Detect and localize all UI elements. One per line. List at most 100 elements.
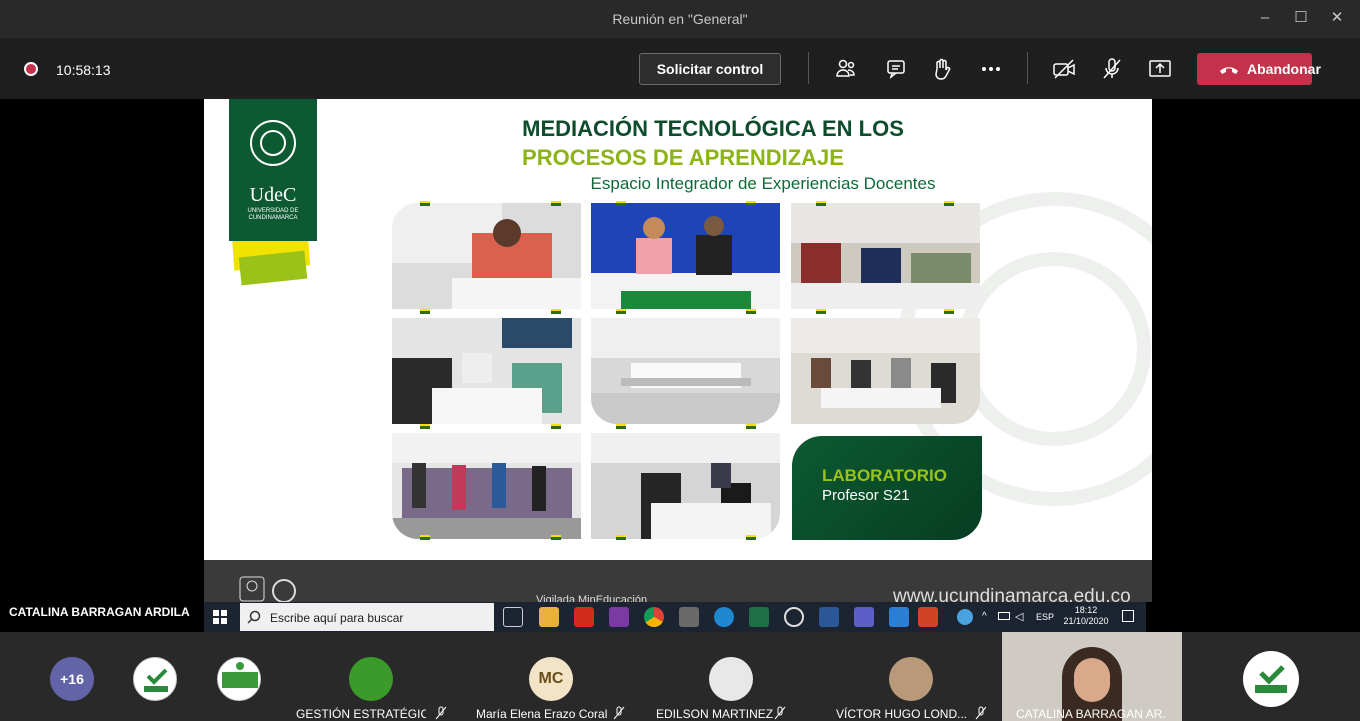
participant-avatar bbox=[889, 657, 933, 701]
photo-corner-marker bbox=[420, 309, 430, 314]
tray-chevron-icon[interactable]: ^ bbox=[982, 611, 987, 622]
mic-off-icon bbox=[975, 706, 987, 720]
close-button[interactable]: ✕ bbox=[1327, 8, 1347, 28]
notifications-icon[interactable] bbox=[1122, 610, 1134, 622]
slide-subtitle: Espacio Integrador de Experiencias Docen… bbox=[590, 174, 936, 193]
settings-icon[interactable] bbox=[784, 607, 804, 627]
word-icon[interactable] bbox=[819, 607, 839, 627]
mic-off-icon[interactable] bbox=[1099, 56, 1125, 82]
photo-corner-marker bbox=[616, 309, 626, 314]
raise-hand-icon[interactable] bbox=[929, 56, 955, 82]
photo-group-session bbox=[791, 318, 980, 424]
participants-icon[interactable] bbox=[833, 56, 859, 82]
tray-language[interactable]: ESP bbox=[1036, 612, 1054, 622]
toolbar-divider bbox=[808, 52, 809, 84]
participant-avatar bbox=[709, 657, 753, 701]
camera-off-icon[interactable] bbox=[1051, 56, 1077, 82]
photo-meeting bbox=[791, 203, 980, 309]
participant-name: EDILSON MARTINEZ bbox=[656, 707, 774, 721]
photo-tv-studio bbox=[591, 203, 780, 309]
logo-university: UNIVERSIDAD DE CUNDINAMARCA bbox=[247, 208, 299, 221]
photo-corner-marker bbox=[816, 201, 826, 206]
task-view-icon[interactable] bbox=[503, 607, 523, 627]
chrome-icon[interactable] bbox=[644, 607, 664, 627]
photo-corner-marker bbox=[944, 309, 954, 314]
photo-computer-lab bbox=[591, 433, 780, 539]
participant-tile[interactable]: VÍCTOR HUGO LOND... bbox=[822, 632, 1002, 721]
participant-avatar bbox=[349, 657, 393, 701]
app-icon[interactable] bbox=[889, 607, 909, 627]
participant-avatar: MC bbox=[529, 657, 573, 701]
participant-avatar[interactable] bbox=[133, 657, 177, 701]
taskbar-search-placeholder: Escribe aquí para buscar bbox=[270, 611, 404, 625]
request-control-button[interactable]: Solicitar control bbox=[639, 53, 781, 85]
share-tray-icon[interactable] bbox=[1147, 56, 1173, 82]
lab-card-title: LABORATORIO bbox=[822, 466, 947, 485]
participant-tile[interactable]: GESTIÓN ESTRATÉGIC... bbox=[282, 632, 462, 721]
minimize-button[interactable]: – bbox=[1255, 8, 1275, 28]
photo-corner-marker bbox=[420, 424, 430, 429]
photo-corner-marker bbox=[746, 201, 756, 206]
chat-icon[interactable] bbox=[883, 56, 909, 82]
photo-workshop bbox=[392, 203, 581, 309]
more-icon[interactable] bbox=[978, 56, 1004, 82]
mic-off-icon bbox=[613, 706, 625, 720]
powerpoint-icon[interactable] bbox=[918, 607, 938, 627]
participant-video bbox=[1074, 658, 1110, 702]
acrobat-icon[interactable] bbox=[574, 607, 594, 627]
onenote-icon[interactable] bbox=[609, 607, 629, 627]
tray-time[interactable]: 18:12 bbox=[1062, 604, 1110, 616]
app-icon[interactable] bbox=[679, 607, 699, 627]
photo-corner-marker bbox=[551, 424, 561, 429]
participant-tile[interactable]: MC María Elena Erazo Coral bbox=[462, 632, 642, 721]
participant-tile[interactable]: EDILSON MARTINEZ bbox=[642, 632, 822, 721]
more-participants-button[interactable]: +16 bbox=[50, 657, 94, 701]
photo-empty-room bbox=[591, 318, 780, 424]
photo-corner-marker bbox=[746, 535, 756, 540]
battery-icon[interactable] bbox=[998, 612, 1010, 620]
photo-corner-marker bbox=[420, 535, 430, 540]
participant-name: CATALINA BARRAGAN AR... bbox=[1016, 707, 1166, 721]
participant-name: GESTIÓN ESTRATÉGIC... bbox=[296, 707, 426, 721]
windows-start-icon[interactable] bbox=[212, 609, 228, 625]
participant-name: VÍCTOR HUGO LOND... bbox=[836, 707, 966, 721]
mic-off-icon bbox=[774, 706, 786, 720]
photo-corner-marker bbox=[746, 309, 756, 314]
photo-corner-marker bbox=[616, 535, 626, 540]
search-icon bbox=[247, 610, 261, 624]
hang-up-icon bbox=[1220, 67, 1238, 74]
file-explorer-icon[interactable] bbox=[539, 607, 559, 627]
edge-icon[interactable] bbox=[714, 607, 734, 627]
photo-corner-marker bbox=[944, 201, 954, 206]
excel-icon[interactable] bbox=[749, 607, 769, 627]
maximize-button[interactable]: ☐ bbox=[1291, 8, 1311, 28]
recording-icon bbox=[24, 62, 38, 76]
participant-tile-video[interactable]: CATALINA BARRAGAN AR... bbox=[1002, 632, 1182, 721]
photo-corner-marker bbox=[420, 201, 430, 206]
mic-off-icon bbox=[435, 706, 447, 720]
window-title: Reunión en "General" bbox=[612, 11, 748, 27]
photo-corner-marker bbox=[551, 535, 561, 540]
photo-corner-marker bbox=[816, 309, 826, 314]
photo-corner-marker bbox=[616, 424, 626, 429]
volume-icon[interactable]: ◁ bbox=[1015, 610, 1023, 623]
photo-corner-marker bbox=[616, 201, 626, 206]
photo-corner-marker bbox=[746, 424, 756, 429]
participant-avatar[interactable] bbox=[1243, 651, 1299, 707]
tray-date[interactable]: 21/10/2020 bbox=[1058, 616, 1114, 626]
teams-icon[interactable] bbox=[854, 607, 874, 627]
photo-group-picture bbox=[392, 433, 581, 539]
photo-classroom bbox=[392, 318, 581, 424]
slide-title-line2: PROCESOS DE APRENDIZAJE bbox=[522, 145, 844, 170]
photo-corner-marker bbox=[551, 201, 561, 206]
help-icon[interactable] bbox=[957, 609, 973, 625]
participant-name: María Elena Erazo Coral bbox=[476, 707, 608, 721]
participant-avatar[interactable] bbox=[217, 657, 261, 701]
slide-title-line1: MEDIACIÓN TECNOLÓGICA EN LOS bbox=[522, 116, 904, 141]
certification-icons bbox=[239, 576, 296, 602]
presenter-name: CATALINA BARRAGAN ARDILA bbox=[9, 605, 190, 619]
toolbar-divider bbox=[1027, 52, 1028, 84]
lab-card-subtitle: Profesor S21 bbox=[822, 487, 910, 504]
leave-button[interactable]: Abandonar bbox=[1197, 53, 1321, 85]
photo-corner-marker bbox=[551, 309, 561, 314]
